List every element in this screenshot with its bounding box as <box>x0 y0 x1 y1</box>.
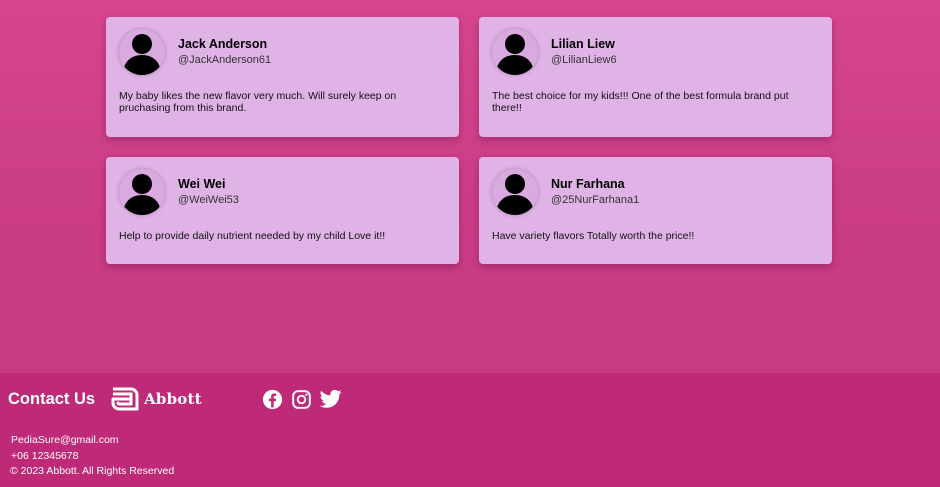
contact-info: PediaSure@gmail.com +06 12345678 © 2023 … <box>10 433 175 480</box>
instagram-icon[interactable] <box>291 388 313 410</box>
review-header: Nur Farhana @25NurFarhana1 <box>492 169 819 215</box>
twitter-icon[interactable] <box>319 388 342 410</box>
brand-name: Abbott <box>144 390 202 408</box>
site-footer: Contact Us Abbott PediaSure@gmail.com +0… <box>0 373 940 487</box>
reviewer-name: Nur Farhana <box>551 177 625 191</box>
review-comment: The best choice for my kids!!! One of th… <box>492 90 789 114</box>
social-links <box>262 388 349 410</box>
reviewer-handle: @JackAnderson61 <box>178 54 272 66</box>
user-avatar-icon <box>492 169 538 215</box>
review-comment: Help to provide daily nutrient needed by… <box>119 230 386 242</box>
user-avatar-icon <box>492 29 538 75</box>
review-card: Wei Wei @WeiWei53 Help to provide daily … <box>106 157 459 264</box>
review-card: Nur Farhana @25NurFarhana1 Have variety … <box>479 157 832 264</box>
reviews-grid: Jack Anderson @JackAnderson61 My baby li… <box>106 17 832 264</box>
abbott-logo[interactable]: Abbott <box>111 387 202 411</box>
reviewer-name: Jack Anderson <box>178 37 268 51</box>
contact-email[interactable]: PediaSure@gmail.com <box>11 433 174 449</box>
reviewer-name: Lilian Liew <box>551 37 615 51</box>
facebook-icon[interactable] <box>262 388 284 410</box>
user-avatar-icon <box>119 169 165 215</box>
review-card: Jack Anderson @JackAnderson61 My baby li… <box>106 17 459 137</box>
review-header: Wei Wei @WeiWei53 <box>119 169 446 215</box>
reviewer-handle: @LilianLiew6 <box>551 54 617 66</box>
user-avatar-icon <box>119 29 165 75</box>
copyright-text: © 2023 Abbott. All Rights Reserved <box>10 465 175 477</box>
reviewer-handle: @25NurFarhana1 <box>551 194 640 206</box>
contact-title: Contact Us <box>8 389 96 408</box>
review-header: Lilian Liew @LilianLiew6 <box>492 29 819 75</box>
abbott-mark-icon <box>111 387 139 411</box>
reviewer-handle: @WeiWei53 <box>178 194 239 206</box>
review-header: Jack Anderson @JackAnderson61 <box>119 29 446 75</box>
contact-phone[interactable]: +06 12345678 <box>11 449 174 465</box>
review-comment: Have variety flavors Totally worth the p… <box>492 230 695 242</box>
reviewer-name: Wei Wei <box>178 177 226 191</box>
footer-top-row: Contact Us Abbott <box>8 387 349 411</box>
review-comment: My baby likes the new flavor very much. … <box>119 90 397 114</box>
review-card: Lilian Liew @LilianLiew6 The best choice… <box>479 17 832 137</box>
